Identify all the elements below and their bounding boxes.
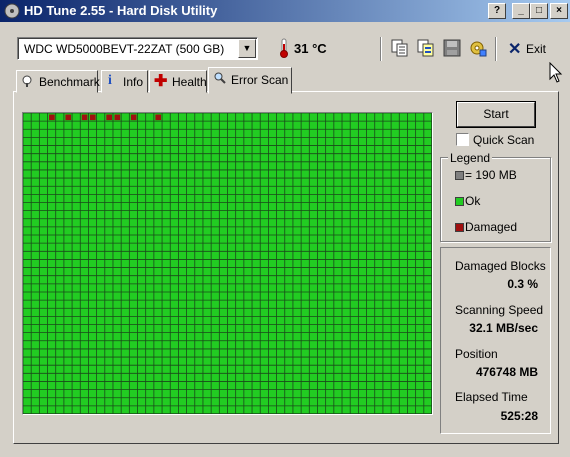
position-value: 476748 MB	[475, 365, 538, 379]
block-map	[22, 112, 433, 415]
legend-ok-label: Ok	[465, 194, 481, 208]
toolbar-separator	[380, 37, 382, 61]
elapsed-time-label: Elapsed Time	[455, 390, 528, 404]
magnifier-icon	[214, 72, 226, 84]
tab-benchmark-label: Benchmark	[39, 75, 100, 89]
damaged-blocks-label: Damaged Blocks	[455, 259, 546, 273]
legend-damaged-swatch	[455, 223, 464, 232]
damaged-block	[114, 114, 121, 121]
toolbar-separator	[495, 37, 497, 61]
benchmark-icon	[22, 75, 32, 87]
drive-select[interactable]: WDC WD5000BEVT-22ZAT (500 GB) ▼	[17, 37, 258, 60]
tab-benchmark[interactable]: Benchmark	[16, 70, 100, 93]
legend-title: Legend	[448, 151, 493, 165]
start-button[interactable]: Start	[457, 102, 535, 127]
elapsed-time-value: 525:28	[500, 409, 538, 423]
save-icon[interactable]	[442, 38, 462, 58]
exit-label: Exit	[526, 42, 547, 56]
legend-size-swatch	[455, 171, 464, 180]
legend-size-label: = 190 MB	[465, 168, 517, 182]
minimize-button[interactable]: _	[512, 3, 530, 19]
close-button[interactable]: ×	[550, 3, 568, 19]
quick-scan-label[interactable]: Quick Scan	[473, 133, 534, 147]
exit-icon: ✕	[508, 41, 522, 58]
legend-damaged-label: Damaged	[465, 220, 518, 234]
damaged-block	[65, 114, 72, 121]
window-title: HD Tune 2.55 - Hard Disk Utility	[24, 3, 218, 18]
app-icon	[4, 3, 20, 19]
damaged-block	[49, 114, 55, 121]
mouse-cursor-icon	[549, 62, 563, 83]
tab-info[interactable]: i Info	[101, 70, 148, 93]
tab-info-label: Info	[123, 75, 144, 89]
damaged-block	[130, 114, 137, 121]
block-map-grid	[23, 113, 432, 414]
start-button-label: Start	[483, 107, 509, 121]
health-icon: ✚	[154, 73, 168, 90]
position-label: Position	[455, 347, 498, 361]
damaged-block	[89, 114, 96, 121]
dropdown-arrow-icon[interactable]: ▼	[238, 39, 256, 58]
options-icon[interactable]	[468, 38, 488, 58]
copy-text-icon[interactable]	[390, 38, 410, 58]
title-bar: HD Tune 2.55 - Hard Disk Utility ? _ □ ×	[0, 0, 570, 22]
drive-select-value: WDC WD5000BEVT-22ZAT (500 GB)	[24, 42, 225, 56]
tab-health[interactable]: ✚ Health	[149, 70, 207, 93]
help-button[interactable]: ?	[488, 3, 506, 19]
info-icon: i	[108, 73, 112, 88]
thermometer-icon	[280, 38, 288, 58]
scanning-speed-value: 32.1 MB/sec	[469, 321, 538, 335]
damaged-block	[155, 114, 162, 121]
temperature-value: 31 °C	[294, 41, 327, 56]
scanning-speed-label: Scanning Speed	[455, 303, 544, 317]
damaged-blocks-value: 0.3 %	[507, 277, 538, 291]
tab-error-scan-label: Error Scan	[231, 73, 289, 87]
damaged-block	[81, 114, 88, 121]
copy-info-icon[interactable]	[416, 38, 436, 58]
quick-scan-checkbox[interactable]	[456, 133, 469, 146]
exit-button[interactable]: ✕ Exit	[503, 37, 551, 59]
tab-error-scan[interactable]: Error Scan	[208, 67, 292, 94]
stats-box	[440, 247, 551, 434]
tab-health-label: Health	[172, 75, 207, 89]
legend-ok-swatch	[455, 197, 464, 206]
maximize-button[interactable]: □	[530, 3, 548, 19]
damaged-block	[106, 114, 112, 121]
